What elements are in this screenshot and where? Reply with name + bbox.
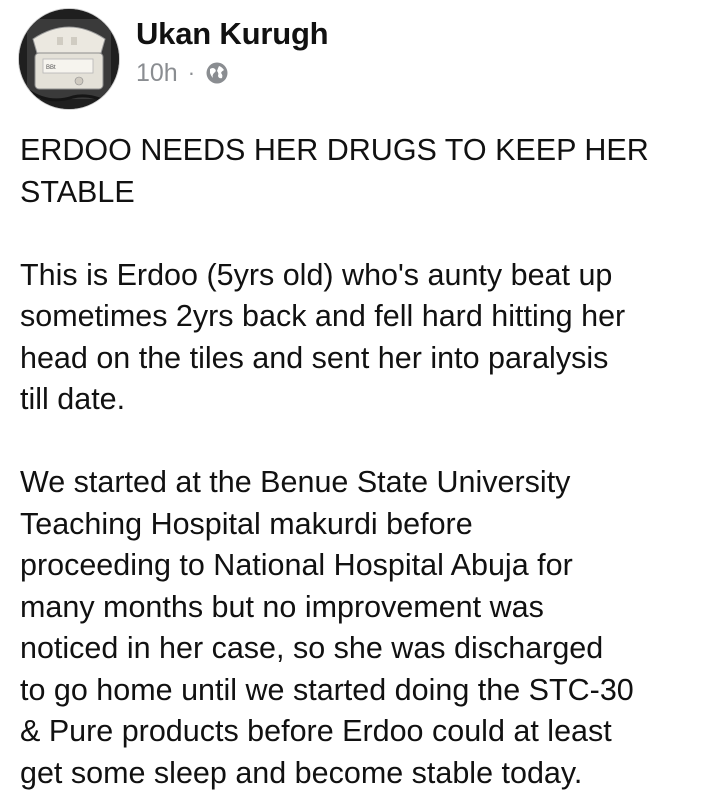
post-paragraph-story: This is Erdoo (5yrs old) who's aunty bea… <box>20 257 626 417</box>
post-meta: 10h · <box>136 56 328 90</box>
post-header: BBt Ukan Kurugh 10h · <box>18 8 702 114</box>
avatar-label: BBt <box>46 65 56 71</box>
meta-separator: · <box>187 60 196 85</box>
globe-icon[interactable] <box>205 61 229 85</box>
author-name[interactable]: Ukan Kurugh <box>136 14 329 54</box>
post-timestamp[interactable]: 10h <box>136 58 178 88</box>
avatar-image: BBt <box>19 9 119 109</box>
post-body: ERDOO NEEDS HER DRUGS TO KEEP HER STABLE… <box>20 130 708 794</box>
post-paragraph-headline: ERDOO NEEDS HER DRUGS TO KEEP HER STABLE <box>20 133 649 209</box>
avatar[interactable]: BBt <box>18 8 120 110</box>
author-block: Ukan Kurugh 10h · <box>136 14 329 90</box>
post-paragraph-treatment: We started at the Benue State University… <box>20 465 634 790</box>
